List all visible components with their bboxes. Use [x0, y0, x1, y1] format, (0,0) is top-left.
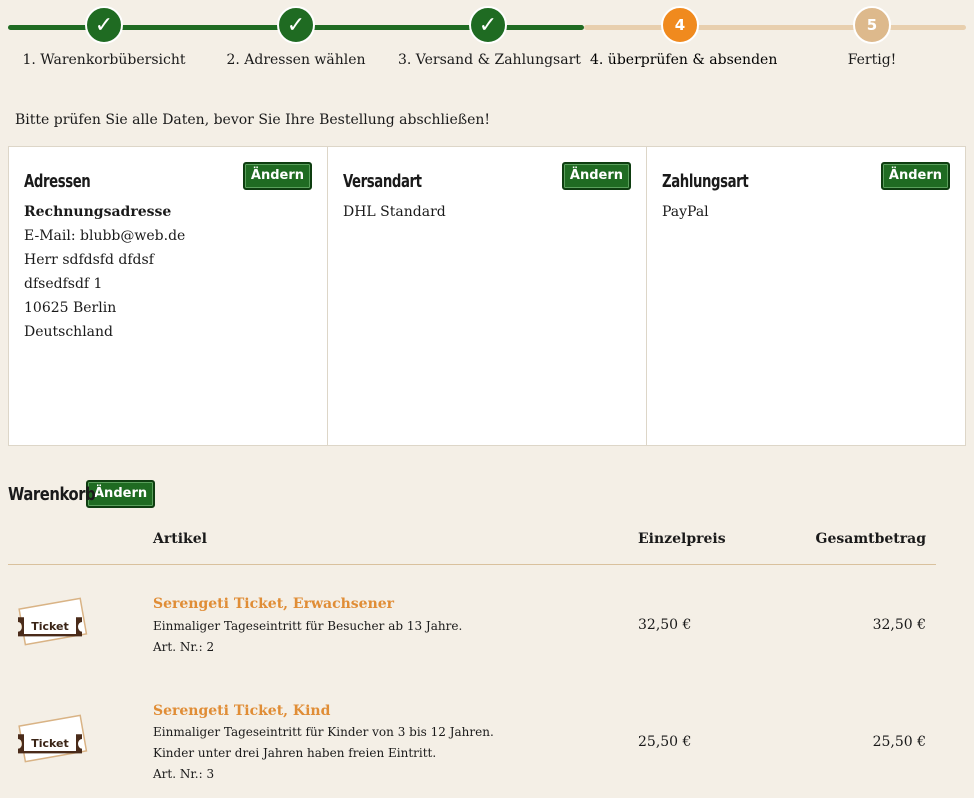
- address-city: 10625 Berlin: [24, 300, 117, 316]
- payment-value: PayPal: [662, 204, 709, 220]
- item-unit-price: 25,50 €: [638, 734, 692, 750]
- step-label: 4. überprüfen & absenden: [590, 52, 778, 68]
- check-icon: ✓: [469, 6, 507, 44]
- step-label: 1. Warenkorbübersicht: [22, 52, 186, 68]
- step-label: 2. Adressen wählen: [226, 52, 366, 68]
- payment-title: Zahlungsart: [662, 171, 749, 192]
- step-shipping-payment[interactable]: ✓ 3. Versand & Zahlungsart: [398, 6, 581, 68]
- ticket-icon: Ticket: [18, 714, 88, 763]
- step-addresses[interactable]: ✓ 2. Adressen wählen: [206, 6, 386, 68]
- step-label: Fertig!: [847, 52, 897, 68]
- edit-shipping-button[interactable]: Ändern: [561, 162, 631, 190]
- item-title-link[interactable]: Serengeti Ticket, Kind: [153, 703, 330, 719]
- item-unit-price: 32,50 €: [638, 617, 692, 633]
- edit-payment-button[interactable]: Ändern: [880, 162, 950, 190]
- check-icon: ✓: [85, 6, 123, 44]
- item-total: 32,50 €: [872, 617, 926, 633]
- cart-title: Warenkorb: [8, 483, 96, 505]
- step-review-submit: 4 4. überprüfen & absenden: [590, 6, 778, 68]
- column-header-total: Gesamtbetrag: [815, 531, 927, 547]
- cart-header: Warenkorb Ändern: [8, 480, 156, 508]
- item-art-nr: Art. Nr.: 3: [153, 767, 215, 781]
- check-icon: ✓: [277, 6, 315, 44]
- step-number: 5: [853, 6, 891, 44]
- item-description-note: Kinder unter drei Jahren haben freien Ei…: [153, 746, 437, 760]
- shipping-value: DHL Standard: [343, 204, 446, 220]
- shipping-title: Versandart: [343, 171, 422, 192]
- step-label: 3. Versand & Zahlungsart: [398, 52, 581, 68]
- address-name: Herr sdfdsfd dfdsf: [24, 252, 154, 268]
- item-description: Einmaliger Tageseintritt für Kinder von …: [153, 725, 494, 739]
- step-cart-overview[interactable]: ✓ 1. Warenkorbübersicht: [14, 6, 194, 68]
- item-description: Einmaliger Tageseintritt für Besucher ab…: [153, 619, 463, 633]
- item-title-link[interactable]: Serengeti Ticket, Erwachsener: [153, 596, 394, 612]
- billing-address-heading: Rechnungsadresse: [24, 204, 172, 220]
- column-header-article: Artikel: [153, 531, 207, 547]
- shipping-panel: Versandart Ändern DHL Standard: [328, 147, 647, 445]
- ticket-icon: Ticket: [18, 597, 88, 646]
- address-street: dfsedfsdf 1: [24, 276, 103, 292]
- addresses-panel: Adressen Ändern Rechnungsadresse E-Mail:…: [9, 147, 328, 445]
- column-header-unit-price: Einzelpreis: [638, 531, 726, 547]
- step-done: 5 Fertig!: [782, 6, 962, 68]
- edit-addresses-button[interactable]: Ändern: [242, 162, 312, 190]
- header-divider: [8, 564, 936, 565]
- step-number: 4: [661, 6, 699, 44]
- ticket-text: Ticket: [31, 620, 69, 633]
- addresses-title: Adressen: [24, 171, 91, 192]
- ticket-text: Ticket: [31, 737, 69, 750]
- checkout-progress: ✓ 1. Warenkorbübersicht ✓ 2. Adressen wä…: [0, 0, 974, 90]
- item-art-nr: Art. Nr.: 2: [153, 640, 215, 654]
- payment-panel: Zahlungsart Ändern PayPal: [647, 147, 965, 445]
- review-panels: Adressen Ändern Rechnungsadresse E-Mail:…: [8, 146, 966, 446]
- review-instruction: Bitte prüfen Sie alle Daten, bevor Sie I…: [15, 112, 491, 128]
- item-total: 25,50 €: [872, 734, 926, 750]
- address-country: Deutschland: [24, 324, 113, 340]
- edit-cart-button[interactable]: Ändern: [86, 480, 156, 508]
- address-email: E-Mail: blubb@web.de: [24, 228, 186, 244]
